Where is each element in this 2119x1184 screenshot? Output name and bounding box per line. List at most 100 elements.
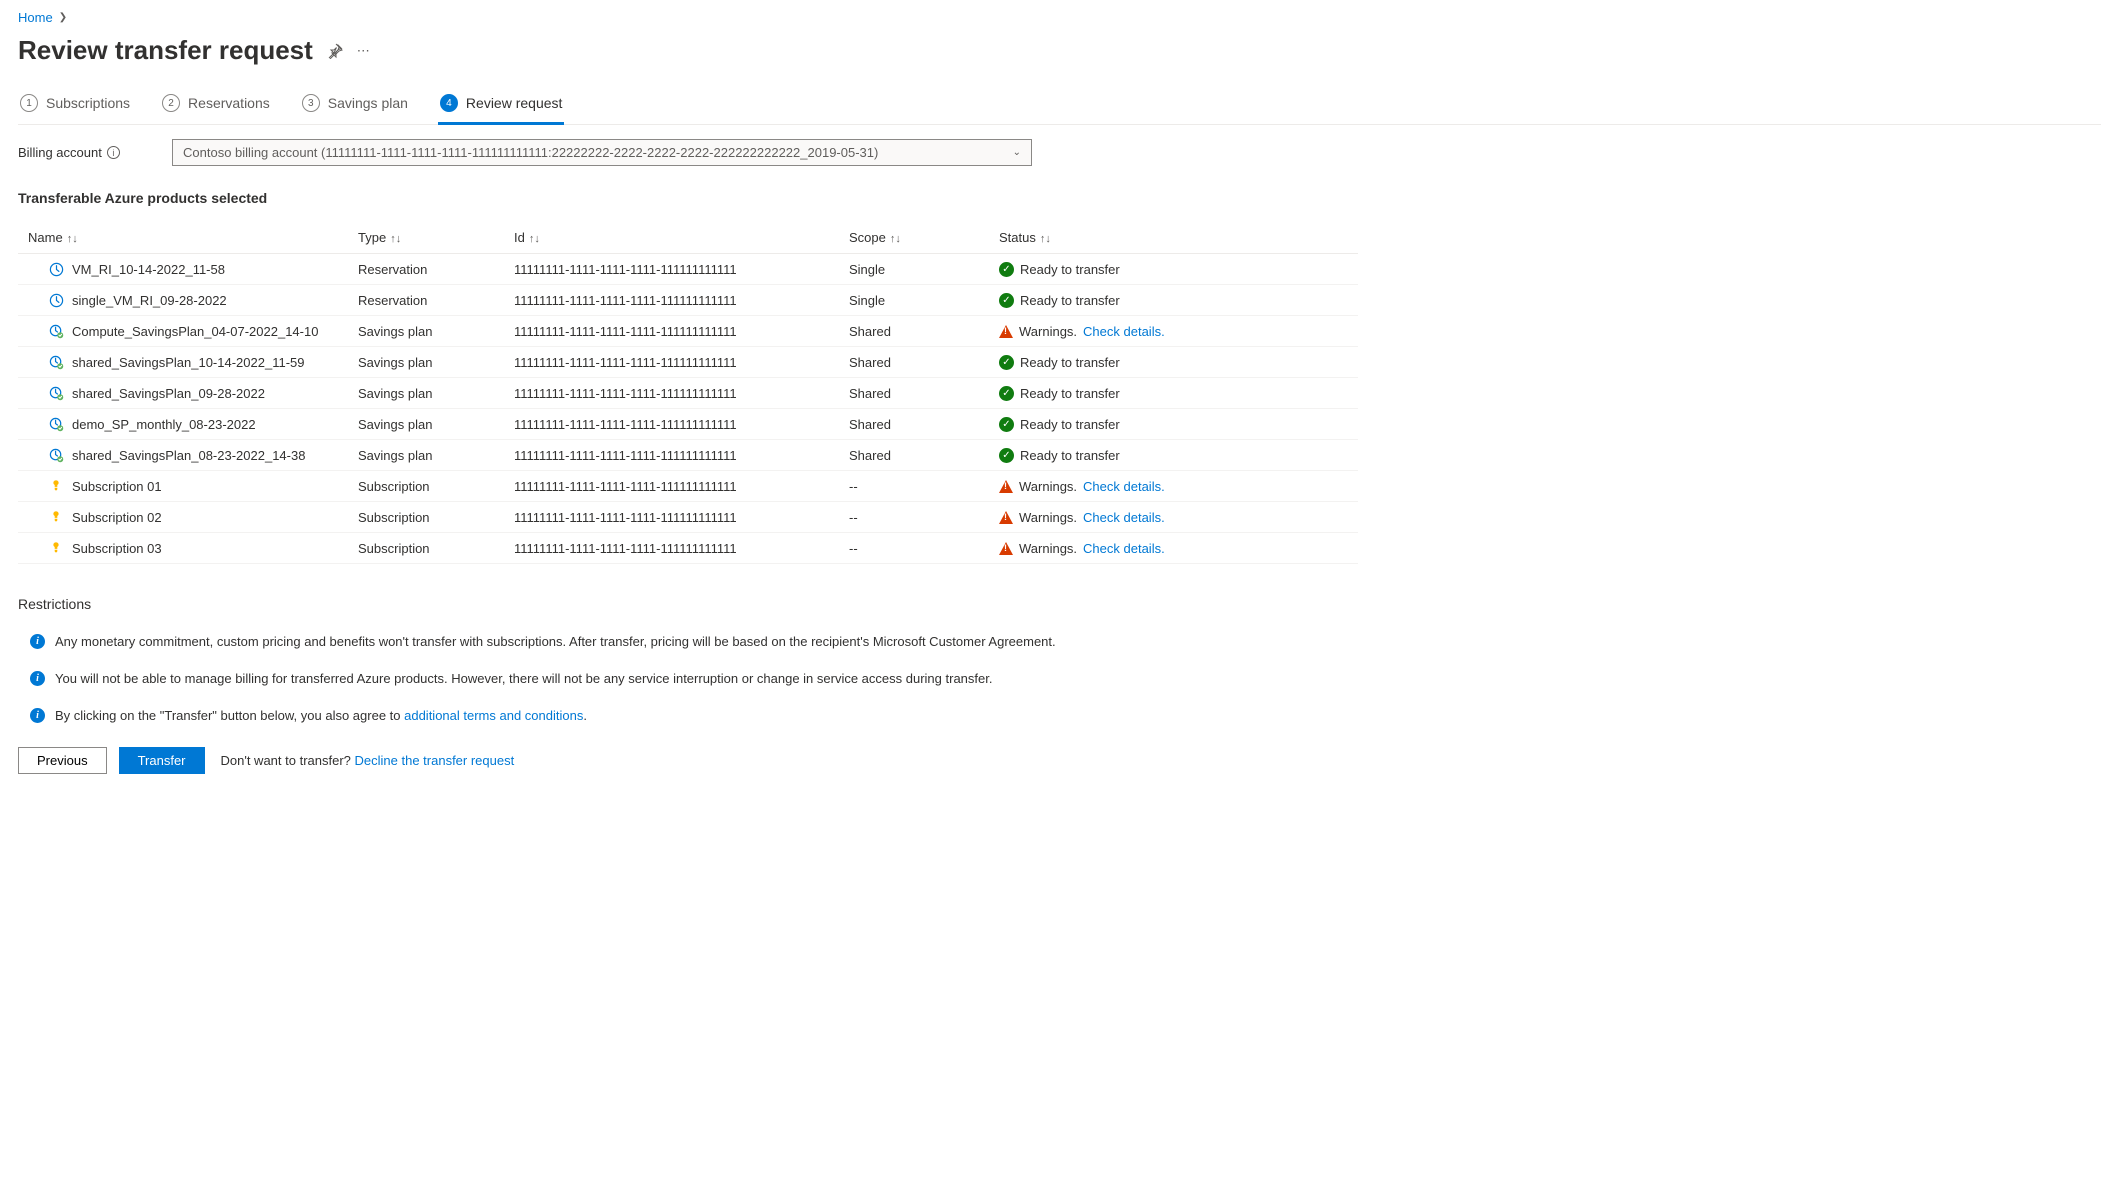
table-row[interactable]: shared_SavingsPlan_09-28-2022 Savings pla…	[18, 378, 1358, 409]
row-id: 11111111-1111-1111-1111-111111111111	[504, 285, 839, 316]
status-text: Ready to transfer	[1020, 448, 1120, 463]
restriction-text: You will not be able to manage billing f…	[55, 671, 992, 686]
sort-icon[interactable]: ↑↓	[67, 233, 78, 245]
row-name: Subscription 02	[72, 510, 162, 525]
success-icon: ✓	[999, 386, 1014, 401]
table-row[interactable]: single_VM_RI_09-28-2022 Reservation111111…	[18, 285, 1358, 316]
info-icon: i	[30, 671, 45, 686]
warning-icon	[999, 542, 1013, 555]
col-header-name[interactable]: Name↑↓	[18, 222, 348, 254]
table-row[interactable]: shared_SavingsPlan_08-23-2022_14-38 Savin…	[18, 440, 1358, 471]
transfer-button[interactable]: Transfer	[119, 747, 205, 774]
success-icon: ✓	[999, 262, 1014, 277]
savings-icon	[48, 447, 64, 463]
info-icon[interactable]: i	[107, 146, 120, 159]
row-name: demo_SP_monthly_08-23-2022	[72, 417, 256, 432]
table-row[interactable]: Subscription 02Subscription11111111-1111…	[18, 502, 1358, 533]
title-row: Review transfer request ⋯	[18, 35, 2101, 66]
row-name: shared_SavingsPlan_09-28-2022	[72, 386, 265, 401]
section-heading: Transferable Azure products selected	[18, 190, 2101, 206]
billing-account-select[interactable]: Contoso billing account (11111111-1111-1…	[172, 139, 1032, 166]
row-scope: --	[839, 471, 989, 502]
row-scope: Single	[839, 285, 989, 316]
savings-icon	[48, 323, 64, 339]
check-details-link[interactable]: Check details.	[1083, 324, 1165, 339]
table-row[interactable]: demo_SP_monthly_08-23-2022Savings plan11…	[18, 409, 1358, 440]
products-table: Name↑↓ Type↑↓ Id↑↓ Scope↑↓ Status↑↓ VM_R…	[18, 222, 1358, 564]
row-name: single_VM_RI_09-28-2022	[72, 293, 227, 308]
decline-link[interactable]: Decline the transfer request	[355, 753, 515, 768]
status-text: Warnings.	[1019, 510, 1077, 525]
sort-icon[interactable]: ↑↓	[1040, 233, 1051, 245]
savings-icon	[48, 385, 64, 401]
tab-savings-plan[interactable]: 3 Savings plan	[300, 88, 410, 124]
savings-icon	[48, 354, 64, 370]
check-details-link[interactable]: Check details.	[1083, 541, 1165, 556]
status-text: Ready to transfer	[1020, 262, 1120, 277]
reservation-icon	[48, 261, 64, 277]
restriction-item: i By clicking on the "Transfer" button b…	[18, 700, 2101, 737]
status-text: Ready to transfer	[1020, 417, 1120, 432]
row-status: Warnings. Check details.	[989, 316, 1358, 347]
chevron-down-icon: ⌄	[1013, 147, 1021, 158]
col-header-scope[interactable]: Scope↑↓	[839, 222, 989, 254]
tab-review-request[interactable]: 4 Review request	[438, 88, 565, 124]
row-scope: --	[839, 533, 989, 564]
row-id: 11111111-1111-1111-1111-111111111111	[504, 316, 839, 347]
tab-subscriptions[interactable]: 1 Subscriptions	[18, 88, 132, 124]
row-name: Compute_SavingsPlan_04-07-2022_14-10	[72, 324, 318, 339]
row-scope: Shared	[839, 378, 989, 409]
status-text: Ready to transfer	[1020, 355, 1120, 370]
tab-label: Review request	[466, 95, 563, 111]
status-text: Warnings.	[1019, 324, 1077, 339]
col-header-id[interactable]: Id↑↓	[504, 222, 839, 254]
row-type: Savings plan	[348, 440, 504, 471]
row-id: 11111111-1111-1111-1111-111111111111	[504, 347, 839, 378]
tab-reservations[interactable]: 2 Reservations	[160, 88, 272, 124]
subscription-icon	[48, 509, 64, 525]
step-number-icon: 4	[440, 94, 458, 112]
breadcrumb: Home ❯	[18, 10, 2101, 25]
terms-link[interactable]: additional terms and conditions	[404, 708, 583, 723]
table-row[interactable]: shared_SavingsPlan_10-14-2022_11-59Savin…	[18, 347, 1358, 378]
subscription-icon	[48, 478, 64, 494]
col-header-status[interactable]: Status↑↓	[989, 222, 1358, 254]
row-type: Reservation	[348, 285, 504, 316]
row-status: Warnings. Check details.	[989, 471, 1358, 502]
sort-icon[interactable]: ↑↓	[390, 233, 401, 245]
pin-icon[interactable]	[327, 43, 343, 59]
footer: Previous Transfer Don't want to transfer…	[18, 737, 2101, 774]
check-details-link[interactable]: Check details.	[1083, 479, 1165, 494]
restrictions-heading: Restrictions	[18, 596, 2101, 612]
previous-button[interactable]: Previous	[18, 747, 107, 774]
breadcrumb-home[interactable]: Home	[18, 10, 53, 25]
billing-account-row: Billing account i Contoso billing accoun…	[18, 139, 2101, 166]
row-id: 11111111-1111-1111-1111-111111111111	[504, 533, 839, 564]
tab-label: Savings plan	[328, 95, 408, 111]
col-header-type[interactable]: Type↑↓	[348, 222, 504, 254]
table-row[interactable]: Compute_SavingsPlan_04-07-2022_14-10Savi…	[18, 316, 1358, 347]
row-name: shared_SavingsPlan_10-14-2022_11-59	[72, 355, 305, 370]
sort-icon[interactable]: ↑↓	[890, 233, 901, 245]
row-status: ✓ Ready to transfer	[989, 254, 1358, 285]
row-status: Warnings. Check details.	[989, 502, 1358, 533]
table-row[interactable]: Subscription 03Subscription11111111-1111…	[18, 533, 1358, 564]
success-icon: ✓	[999, 355, 1014, 370]
table-row[interactable]: VM_RI_10-14-2022_11-58Reservation1111111…	[18, 254, 1358, 285]
row-status: ✓ Ready to transfer	[989, 409, 1358, 440]
check-details-link[interactable]: Check details.	[1083, 510, 1165, 525]
success-icon: ✓	[999, 293, 1014, 308]
step-number-icon: 3	[302, 94, 320, 112]
row-name: Subscription 01	[72, 479, 162, 494]
sort-icon[interactable]: ↑↓	[529, 233, 540, 245]
row-name: VM_RI_10-14-2022_11-58	[72, 262, 225, 277]
row-type: Subscription	[348, 471, 504, 502]
label-text: Billing account	[18, 145, 102, 160]
row-type: Subscription	[348, 533, 504, 564]
row-type: Savings plan	[348, 378, 504, 409]
success-icon: ✓	[999, 417, 1014, 432]
more-icon[interactable]: ⋯	[357, 43, 370, 59]
table-row[interactable]: Subscription 01Subscription11111111-1111…	[18, 471, 1358, 502]
reservation-icon	[48, 292, 64, 308]
row-name: shared_SavingsPlan_08-23-2022_14-38	[72, 448, 305, 463]
